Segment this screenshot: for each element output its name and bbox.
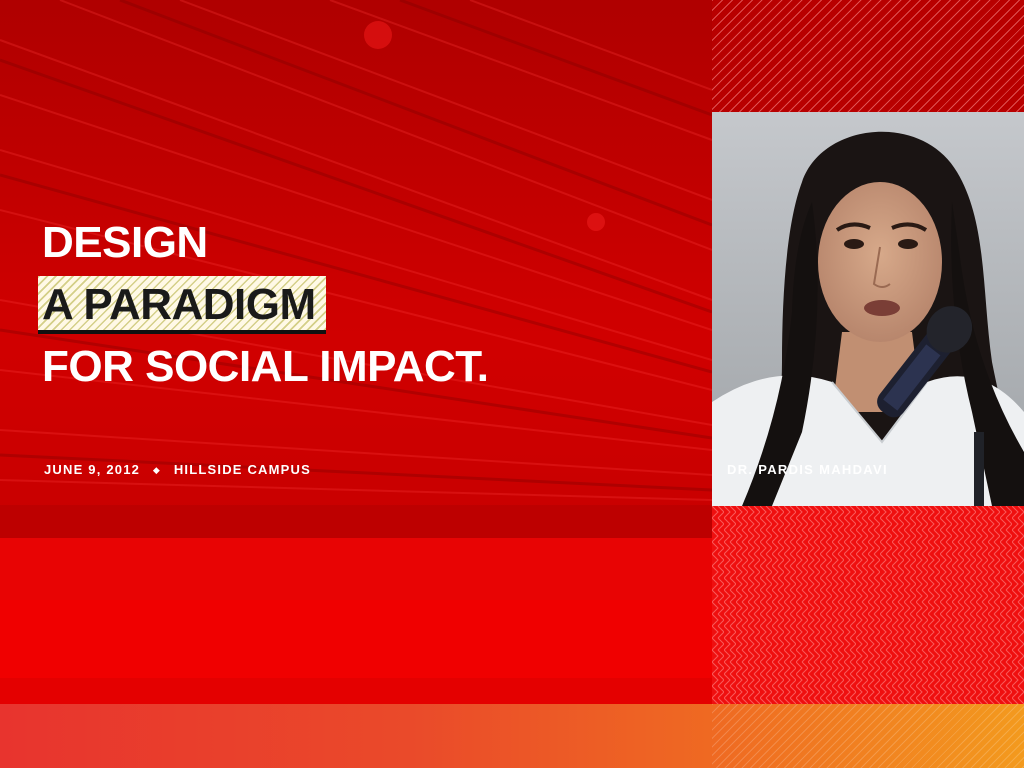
- event-date: JUNE 9, 2012: [44, 462, 141, 477]
- chevron-panel-bottom: [712, 506, 1024, 704]
- speaker-photo: [712, 112, 1024, 506]
- event-poster: DR. PARDIS MAHDAVI DESIGN A PARADIGM FOR…: [0, 0, 1024, 768]
- event-location: HILLSIDE CAMPUS: [173, 462, 311, 477]
- event-details: JUNE 9, 2012 ◆ HILLSIDE CAMPUS: [44, 462, 311, 477]
- red-band: [0, 678, 712, 704]
- speaker-name: DR. PARDIS MAHDAVI: [727, 462, 888, 477]
- red-band: [0, 600, 712, 678]
- hatched-panel-top: [712, 0, 1024, 112]
- speaker-portrait-illustration: [712, 112, 1024, 506]
- headline-line-3: FOR SOCIAL IMPACT.: [42, 342, 489, 391]
- highlighted-phrase: A PARADIGM: [38, 274, 326, 336]
- chevron-pattern: [712, 506, 1024, 704]
- red-band: [0, 538, 712, 600]
- headline-line-2-wrap: A PARADIGM: [38, 274, 489, 336]
- bottom-hatch-overlay: [712, 704, 1024, 768]
- headline-line-1: DESIGN: [42, 218, 208, 267]
- diamond-separator-icon: ◆: [152, 465, 162, 475]
- headline-line-2: A PARADIGM: [42, 280, 316, 329]
- headline: DESIGN A PARADIGM FOR SOCIAL IMPACT.: [38, 212, 489, 398]
